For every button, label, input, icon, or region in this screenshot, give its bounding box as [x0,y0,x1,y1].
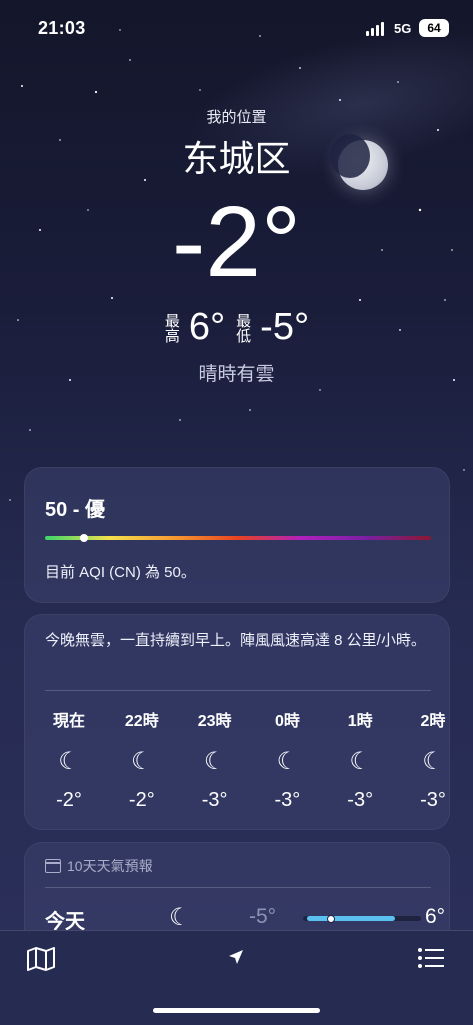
divider [45,887,431,888]
battery-level: 64 [427,21,441,35]
hour-item: 0時 ☾ -3° [251,707,323,812]
calendar-icon [45,859,61,873]
aqi-indicator [79,534,88,542]
moon-stars-icon: ☾ [276,748,299,775]
low-temp: -5° [260,306,310,348]
home-indicator [153,1008,320,1013]
temp-range-fill [307,916,395,921]
hour-label: 1時 [347,713,373,730]
hourly-forecast-card[interactable]: 今晚無雲，一直持續到早上。陣風風速高達 8 公里/小時。 現在 ☾ -2° 22… [24,614,450,830]
high-temp: 6° [188,306,226,348]
map-icon[interactable] [26,947,56,971]
daily-header-label: 10天天氣預報 [67,858,153,874]
hour-label: 22時 [124,713,159,730]
location-header: 我的位置 东城区 -2° 最高 6° 最低 -5° 晴時有雲 [0,106,473,386]
location-arrow-icon[interactable] [226,947,246,967]
moon-stars-icon: ☾ [131,748,153,775]
moon-stars-icon: ☾ [58,748,80,775]
current-temperature: -2° [172,186,301,298]
moon-stars-icon: ☾ [422,748,444,775]
status-bar: 21:03 5G 64 [0,0,473,54]
hour-temp: -3° [347,789,374,811]
hour-temp: -2° [56,789,82,811]
location-label: 我的位置 [206,109,267,126]
low-label: 最低 [234,312,252,343]
hour-item: 現在 ☾ -2° [33,707,105,812]
battery-icon: 64 [419,19,449,37]
high-low: 最高 6° 最低 -5° [0,306,473,349]
city-name: 东城区 [182,138,291,179]
divider [45,690,431,691]
forecast-summary: 今晚無雲，一直持續到早上。陣風風速高達 8 公里/小時。 [45,632,426,649]
aqi-card[interactable]: 50 - 優 目前 AQI (CN) 為 50。 [24,467,450,603]
network-type: 5G [394,21,412,36]
daily-header: 10天天氣預報 [45,856,153,876]
hour-item: 2時 ☾ -3° [397,707,469,812]
temp-range-bar [303,914,421,923]
hour-item: 23時 ☾ -3° [179,707,251,812]
hourly-list[interactable]: 現在 ☾ -2° 22時 ☾ -2° 23時 ☾ -3° 0時 ☾ -3° 1時… [33,707,469,812]
aqi-scale-bar [45,536,431,540]
hour-label: 23時 [197,713,232,730]
weather-condition: 晴時有雲 [198,364,275,385]
hour-temp: -3° [201,789,228,811]
aqi-description: 目前 AQI (CN) 為 50。 [45,564,196,581]
high-label: 最高 [162,312,180,343]
aqi-value: 50 - 優 [45,499,106,521]
signal-icon [366,22,384,36]
hour-label: 現在 [52,713,85,730]
hour-item: 1時 ☾ -3° [324,707,396,812]
hour-label: 0時 [274,713,300,730]
hour-temp: -3° [420,789,446,811]
moon-stars-icon: ☾ [169,904,191,931]
hour-temp: -3° [274,789,301,811]
hour-label: 2時 [420,713,446,730]
hour-temp: -2° [128,789,155,811]
day-low-temp: -5° [249,905,277,928]
list-icon[interactable] [417,947,445,969]
day-high-temp: 6° [425,905,446,928]
moon-stars-icon: ☾ [203,748,226,775]
status-time: 21:03 [38,18,86,38]
current-temp-dot [327,914,335,923]
moon-stars-icon: ☾ [349,748,371,775]
hour-item: 22時 ☾ -2° [106,707,178,812]
